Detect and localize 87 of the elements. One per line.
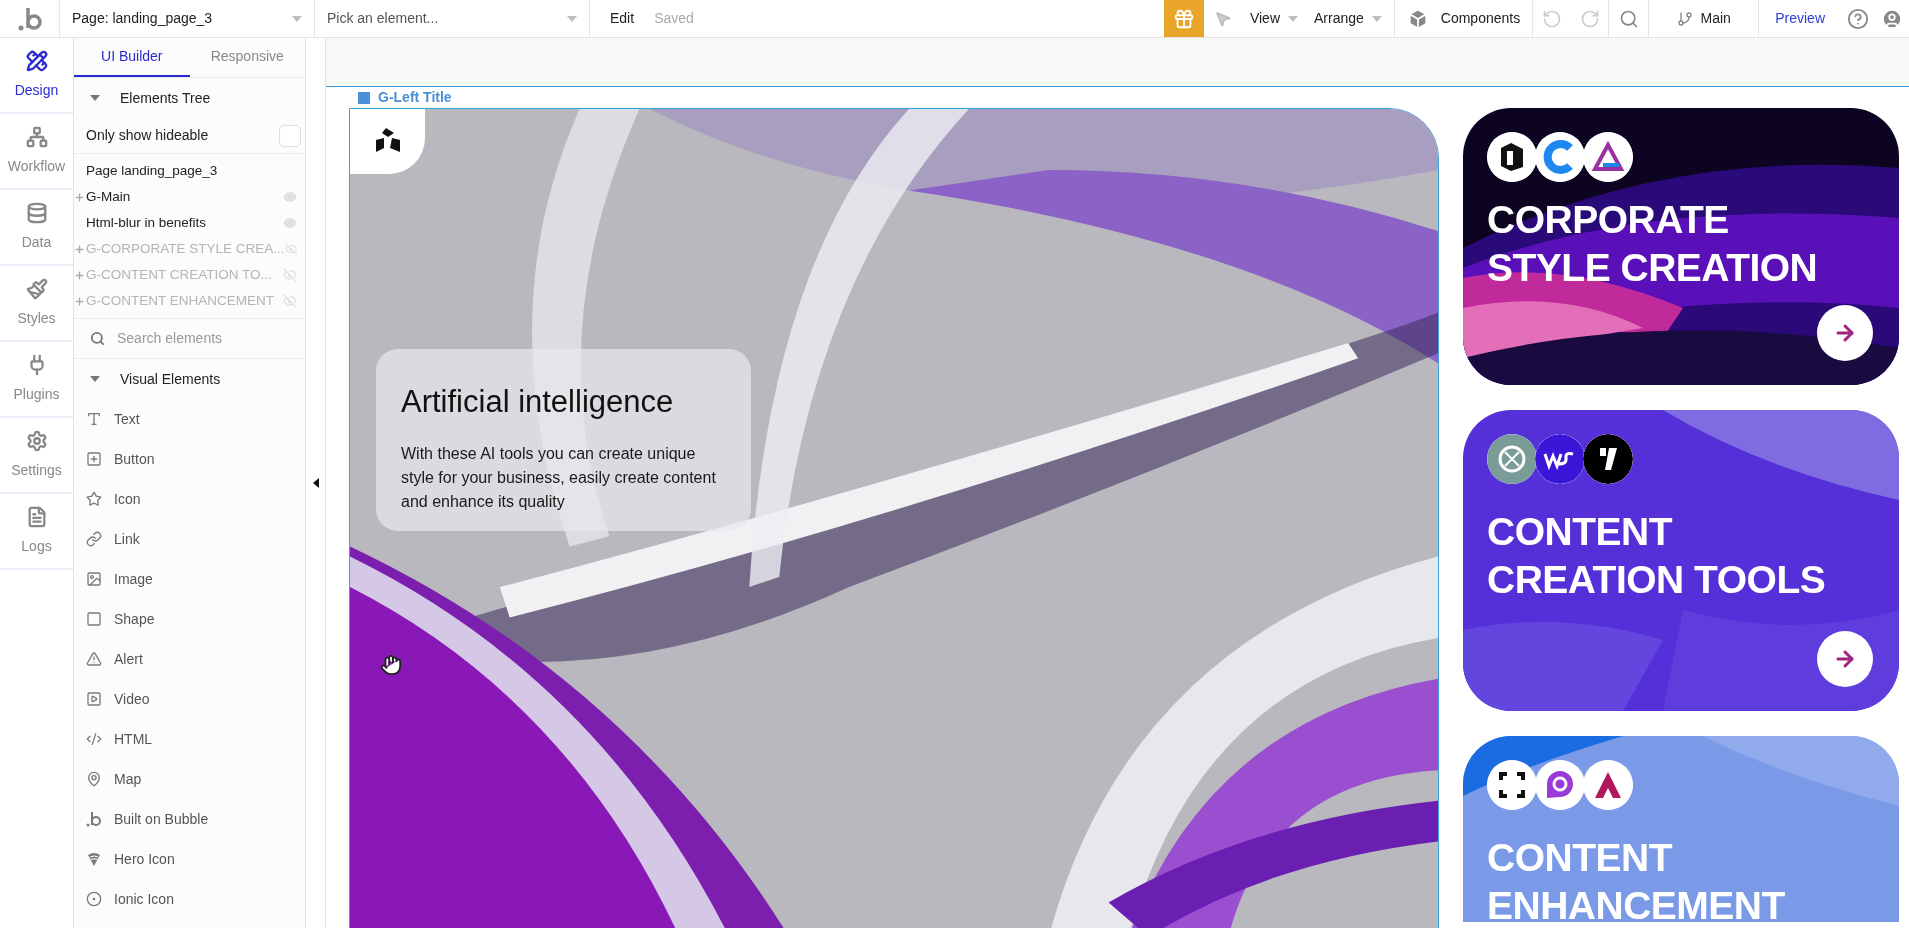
element-type-item[interactable]: Map xyxy=(114,768,142,790)
expand-icon[interactable] xyxy=(74,243,85,255)
caret-icon xyxy=(292,15,302,22)
gear-icon xyxy=(25,429,48,452)
section-header[interactable]: Elements Tree xyxy=(74,78,305,118)
element-type-item[interactable]: Video xyxy=(114,688,150,710)
sitemap-icon xyxy=(25,125,48,148)
eye-icon[interactable] xyxy=(283,216,297,230)
search-field[interactable]: Search elements xyxy=(117,328,277,349)
element-type-item[interactable]: Button xyxy=(114,448,155,470)
code-icon xyxy=(86,731,102,747)
hero-card[interactable]: Artificial intelligence With these AI tools you can create unique style for your business, easily create content and enhance its quality xyxy=(349,108,1439,928)
bubble-logo-icon xyxy=(86,811,102,827)
search-icon xyxy=(1618,8,1639,29)
eye-off-icon[interactable] xyxy=(283,294,297,308)
group-marker-icon xyxy=(358,91,370,104)
gift-button[interactable] xyxy=(1163,0,1204,37)
preview-link[interactable]: Preview xyxy=(1759,0,1841,37)
help-icon xyxy=(1847,7,1869,30)
element-type-item[interactable]: Link xyxy=(114,528,140,550)
search-icon xyxy=(90,331,105,346)
play-icon xyxy=(86,691,102,707)
edit-button[interactable]: Edit xyxy=(610,0,635,37)
map-pin-icon xyxy=(86,771,102,787)
avatar-icon xyxy=(1881,7,1903,30)
eye-off-icon[interactable] xyxy=(283,268,297,282)
card-title: CONTENT ENHANCEMENT xyxy=(1487,835,1785,922)
tree-item[interactable]: G-Main xyxy=(74,186,283,208)
warning-icon xyxy=(86,651,102,667)
element-type-item[interactable]: HTML xyxy=(114,728,153,750)
pointer-icon xyxy=(1213,9,1232,28)
database-icon xyxy=(25,201,48,224)
expand-icon[interactable] xyxy=(74,191,85,203)
gift-icon xyxy=(1172,7,1195,30)
expand-icon[interactable] xyxy=(74,295,85,307)
text-icon xyxy=(86,411,102,427)
caret-icon xyxy=(1371,15,1382,22)
bubble-logo-icon[interactable] xyxy=(16,5,43,32)
checkbox-label: Only show hideable xyxy=(86,126,209,145)
element-type-item[interactable]: Built on Bubble xyxy=(114,808,209,830)
card-title: CORPORATE STYLE CREATION xyxy=(1487,197,1818,291)
hand-cursor-icon xyxy=(380,654,402,676)
expand-icon[interactable] xyxy=(74,269,85,281)
pencil-ruler-icon xyxy=(25,49,48,72)
branch-icon xyxy=(1676,10,1693,27)
tree-item[interactable]: Page landing_page_3 xyxy=(74,160,297,182)
hero-title: Artificial intelligence xyxy=(401,383,675,421)
redo-icon xyxy=(1579,8,1600,29)
brush-icon xyxy=(25,277,48,300)
section-header[interactable]: Visual Elements xyxy=(74,359,305,399)
panel-tab[interactable]: UI Builder xyxy=(74,38,190,77)
branch-button[interactable]: Main xyxy=(1649,0,1760,37)
link-icon xyxy=(86,531,102,547)
caret-icon xyxy=(1288,15,1298,22)
hero-description: With these AI tools you can create unique style for your business, easily create content and enhance its quality xyxy=(401,443,717,512)
element-type-item[interactable]: Ionic Icon xyxy=(114,888,174,910)
page-dropdown[interactable]: Page: landing_page_3 xyxy=(60,0,315,37)
tree-item[interactable]: Html-blur in benefits xyxy=(74,212,283,234)
caret-icon xyxy=(90,95,100,101)
checkbox[interactable] xyxy=(279,124,301,147)
star-icon xyxy=(86,491,102,507)
eye-icon[interactable] xyxy=(283,190,297,204)
caret-icon xyxy=(567,15,577,22)
element-type-item[interactable]: Text xyxy=(114,408,140,430)
element-type-item[interactable]: Image xyxy=(114,568,153,590)
element-type-item[interactable]: Hero Icon xyxy=(114,848,175,870)
caret-icon xyxy=(90,376,100,382)
save-status: Saved xyxy=(654,9,694,28)
element-type-item[interactable]: Shape xyxy=(114,608,155,630)
square-icon xyxy=(86,611,102,627)
undo-icon xyxy=(1542,8,1563,29)
card-title: CONTENT CREATION TOOLS xyxy=(1487,509,1826,603)
image-icon xyxy=(86,571,102,587)
element-type-item[interactable]: Icon xyxy=(114,488,141,510)
view-menu[interactable]: View xyxy=(1241,0,1306,37)
components-button[interactable]: Components xyxy=(1394,0,1534,37)
element-dropdown[interactable]: Pick an element... xyxy=(327,8,547,29)
radio-dot-icon xyxy=(86,891,102,907)
panel-tab[interactable]: Responsive xyxy=(189,38,305,77)
arrange-menu[interactable]: Arrange xyxy=(1306,0,1395,37)
feature-card[interactable]: CONTENT CREATION TOOLS xyxy=(1463,410,1899,711)
eye-off-icon[interactable] xyxy=(284,242,297,256)
feature-card[interactable]: CORPORATE STYLE CREATION xyxy=(1463,108,1899,385)
collapse-icon[interactable] xyxy=(312,478,319,488)
selection-label: G-Left Title xyxy=(378,88,452,107)
element-type-item[interactable]: Alert xyxy=(114,648,143,670)
button-icon xyxy=(86,451,102,467)
